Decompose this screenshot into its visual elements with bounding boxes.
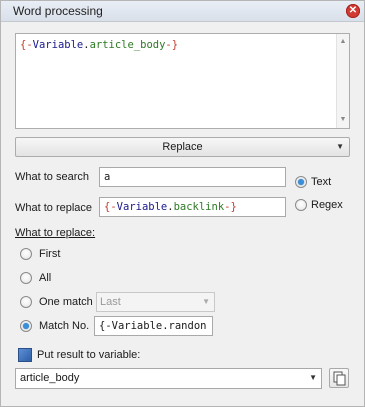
chevron-down-icon: ▼ xyxy=(309,373,317,382)
close-icon[interactable]: ✕ xyxy=(346,4,360,18)
replace-mode-label: Replace xyxy=(162,141,203,153)
replace-input[interactable]: {-Variable.backlink-} xyxy=(99,197,286,217)
search-label: What to search xyxy=(15,171,89,183)
all-radio[interactable] xyxy=(20,272,32,284)
regex-mode-label: Regex xyxy=(311,199,343,211)
what-to-replace-title: What to replace: xyxy=(15,227,96,239)
editor-scrollbar[interactable]: ▲ ▼ xyxy=(336,34,349,128)
editor-content[interactable]: {-Variable.article_body-} xyxy=(20,39,178,51)
word-processing-window: Word processing ✕ {-Variable.article_bod… xyxy=(0,0,365,407)
match-no-radio[interactable] xyxy=(20,320,32,332)
replace-label: What to replace xyxy=(15,202,93,214)
scroll-up-icon[interactable]: ▲ xyxy=(337,36,349,48)
match-no-input[interactable]: {-Variable.randon xyxy=(94,316,213,336)
one-match-select[interactable]: Last ▼ xyxy=(96,292,215,312)
result-variable-select[interactable]: article_body ▼ xyxy=(15,368,322,389)
all-label: All xyxy=(39,272,52,284)
replace-mode-dropdown[interactable]: Replace ▼ xyxy=(15,137,350,157)
result-variable-value: article_body xyxy=(20,372,80,384)
editor-close-brace: -} xyxy=(165,39,179,51)
window-title: Word processing xyxy=(13,4,103,18)
chevron-down-icon: ▼ xyxy=(202,297,210,306)
replace-variable-keyword: Variable xyxy=(116,201,168,213)
first-label: First xyxy=(39,248,61,260)
put-result-checkbox[interactable] xyxy=(18,348,32,362)
one-match-label: One match xyxy=(39,296,93,308)
replace-open-brace: {- xyxy=(104,201,117,213)
search-input[interactable]: a xyxy=(99,167,286,187)
put-result-label: Put result to variable: xyxy=(37,349,141,361)
replace-variable-name: backlink xyxy=(173,201,225,213)
editor-open-brace: {- xyxy=(20,39,33,51)
match-no-label: Match No. xyxy=(39,320,90,332)
text-mode-radio[interactable] xyxy=(295,176,307,188)
editor-variable-keyword: Variable xyxy=(32,39,84,51)
one-match-radio[interactable] xyxy=(20,296,32,308)
scroll-down-icon[interactable]: ▼ xyxy=(337,114,349,126)
one-match-select-value: Last xyxy=(100,296,121,308)
regex-mode-radio[interactable] xyxy=(295,199,307,211)
text-editor[interactable]: {-Variable.article_body-} ▲ ▼ xyxy=(15,33,350,129)
title-bar: Word processing ✕ xyxy=(1,1,364,22)
text-mode-label: Text xyxy=(311,176,332,188)
first-radio[interactable] xyxy=(20,248,32,260)
replace-close-brace: -} xyxy=(224,201,237,213)
chevron-down-icon: ▼ xyxy=(336,142,344,151)
copy-icon xyxy=(333,371,346,386)
editor-variable-name: article_body xyxy=(89,39,166,51)
copy-button[interactable] xyxy=(329,368,349,388)
